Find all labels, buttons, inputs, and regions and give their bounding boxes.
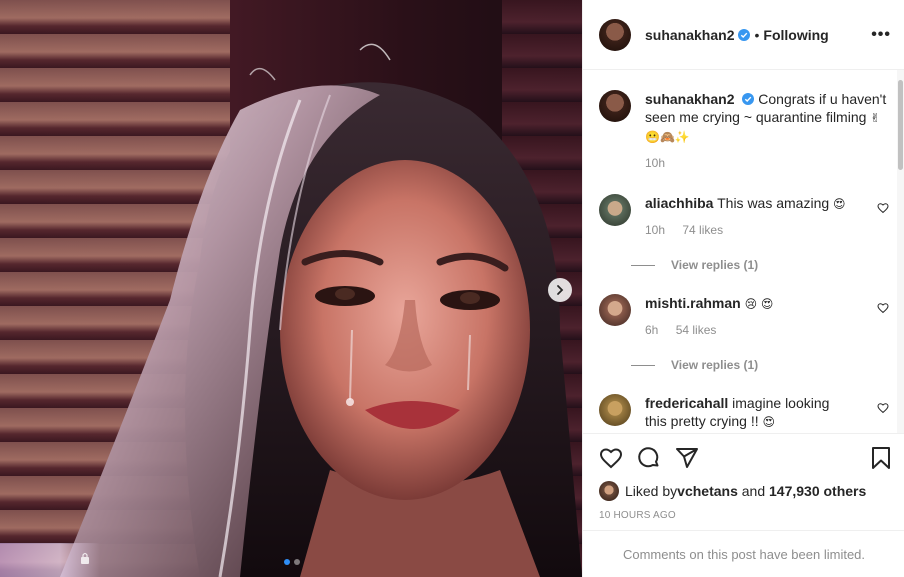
likes-summary[interactable]: Liked by vchetans and 147,930 others: [599, 481, 866, 501]
comment-username[interactable]: fredericahall: [645, 395, 728, 411]
header-separator: •: [754, 26, 760, 43]
replies-divider-line: [631, 364, 655, 366]
comment-username[interactable]: aliachhiba: [645, 195, 713, 211]
comment-item: fredericahall imagine looking this prett…: [599, 394, 889, 431]
caption-time: 10h: [645, 156, 666, 170]
caption-avatar[interactable]: [599, 90, 631, 122]
verified-badge-icon: [738, 28, 751, 41]
share-icon[interactable]: [675, 446, 699, 470]
more-options-button[interactable]: •••: [871, 26, 891, 44]
post-image[interactable]: [0, 0, 582, 577]
carousel-dot-1: [284, 559, 290, 565]
replies-divider-line: [631, 264, 655, 266]
carousel-next-button[interactable]: [548, 278, 572, 302]
post-timestamp: 10 HOURS AGO: [599, 510, 676, 521]
comment-emojis: 😢 😍: [744, 297, 774, 311]
comment-like-icon[interactable]: [877, 402, 889, 414]
comment-emojis: 😍: [762, 415, 775, 429]
comment-emojis: 😍: [833, 197, 846, 211]
post-sidebar: suhanakhan2 • Following ••• suhanakhan2 …: [582, 0, 904, 577]
post-actions-area: Liked by vchetans and 147,930 others 10 …: [583, 433, 904, 577]
author-username[interactable]: suhanakhan2: [645, 27, 734, 43]
view-replies-label: View replies (1): [671, 258, 759, 272]
bookmark-icon[interactable]: [869, 446, 893, 470]
comment-likes[interactable]: 74 likes: [682, 223, 723, 237]
comments-list: suhanakhan2 Congrats if u haven't seen m…: [583, 70, 904, 433]
comment-item: mishti.rahman 😢 😍 6h 54 likes: [599, 294, 889, 339]
action-bar: [599, 446, 699, 470]
commenter-avatar[interactable]: [599, 194, 631, 226]
comment-like-icon[interactable]: [877, 302, 889, 314]
likes-count[interactable]: 147,930 others: [769, 483, 866, 499]
view-replies-button[interactable]: View replies (1): [631, 258, 758, 272]
post-caption: suhanakhan2 Congrats if u haven't seen m…: [599, 90, 889, 172]
lock-icon: [81, 552, 89, 564]
comment-time: 10h: [645, 223, 666, 237]
likes-prefix: Liked by: [625, 483, 678, 499]
caption-username[interactable]: suhanakhan2: [645, 91, 734, 107]
likes-middle: and: [737, 483, 769, 499]
liker-username[interactable]: vchetans: [677, 483, 738, 499]
comment-time: 6h: [645, 323, 659, 337]
comment-item: aliachhiba This was amazing 😍 10h 74 lik…: [599, 194, 889, 239]
comments-limited-notice: Comments on this post have been limited.: [583, 530, 904, 577]
comment-like-icon[interactable]: [877, 202, 889, 214]
comment-likes[interactable]: 54 likes: [676, 323, 717, 337]
comment-username[interactable]: mishti.rahman: [645, 295, 741, 311]
liker-avatar[interactable]: [599, 481, 619, 501]
post-header: suhanakhan2 • Following •••: [583, 0, 904, 70]
commenter-avatar[interactable]: [599, 394, 631, 426]
author-avatar[interactable]: [599, 18, 631, 51]
view-replies-label: View replies (1): [671, 358, 759, 372]
view-replies-button[interactable]: View replies (1): [631, 358, 758, 372]
comment-text: This was amazing: [717, 195, 830, 211]
heart-icon[interactable]: [599, 446, 623, 470]
carousel-indicator: [284, 559, 300, 565]
following-button[interactable]: Following: [763, 27, 828, 43]
carousel-dot-2: [294, 559, 300, 565]
portrait-illustration: [60, 43, 582, 577]
verified-badge-icon: [742, 93, 755, 105]
commenter-avatar[interactable]: [599, 294, 631, 326]
comment-icon[interactable]: [637, 446, 661, 470]
chevron-right-icon: [557, 285, 564, 295]
